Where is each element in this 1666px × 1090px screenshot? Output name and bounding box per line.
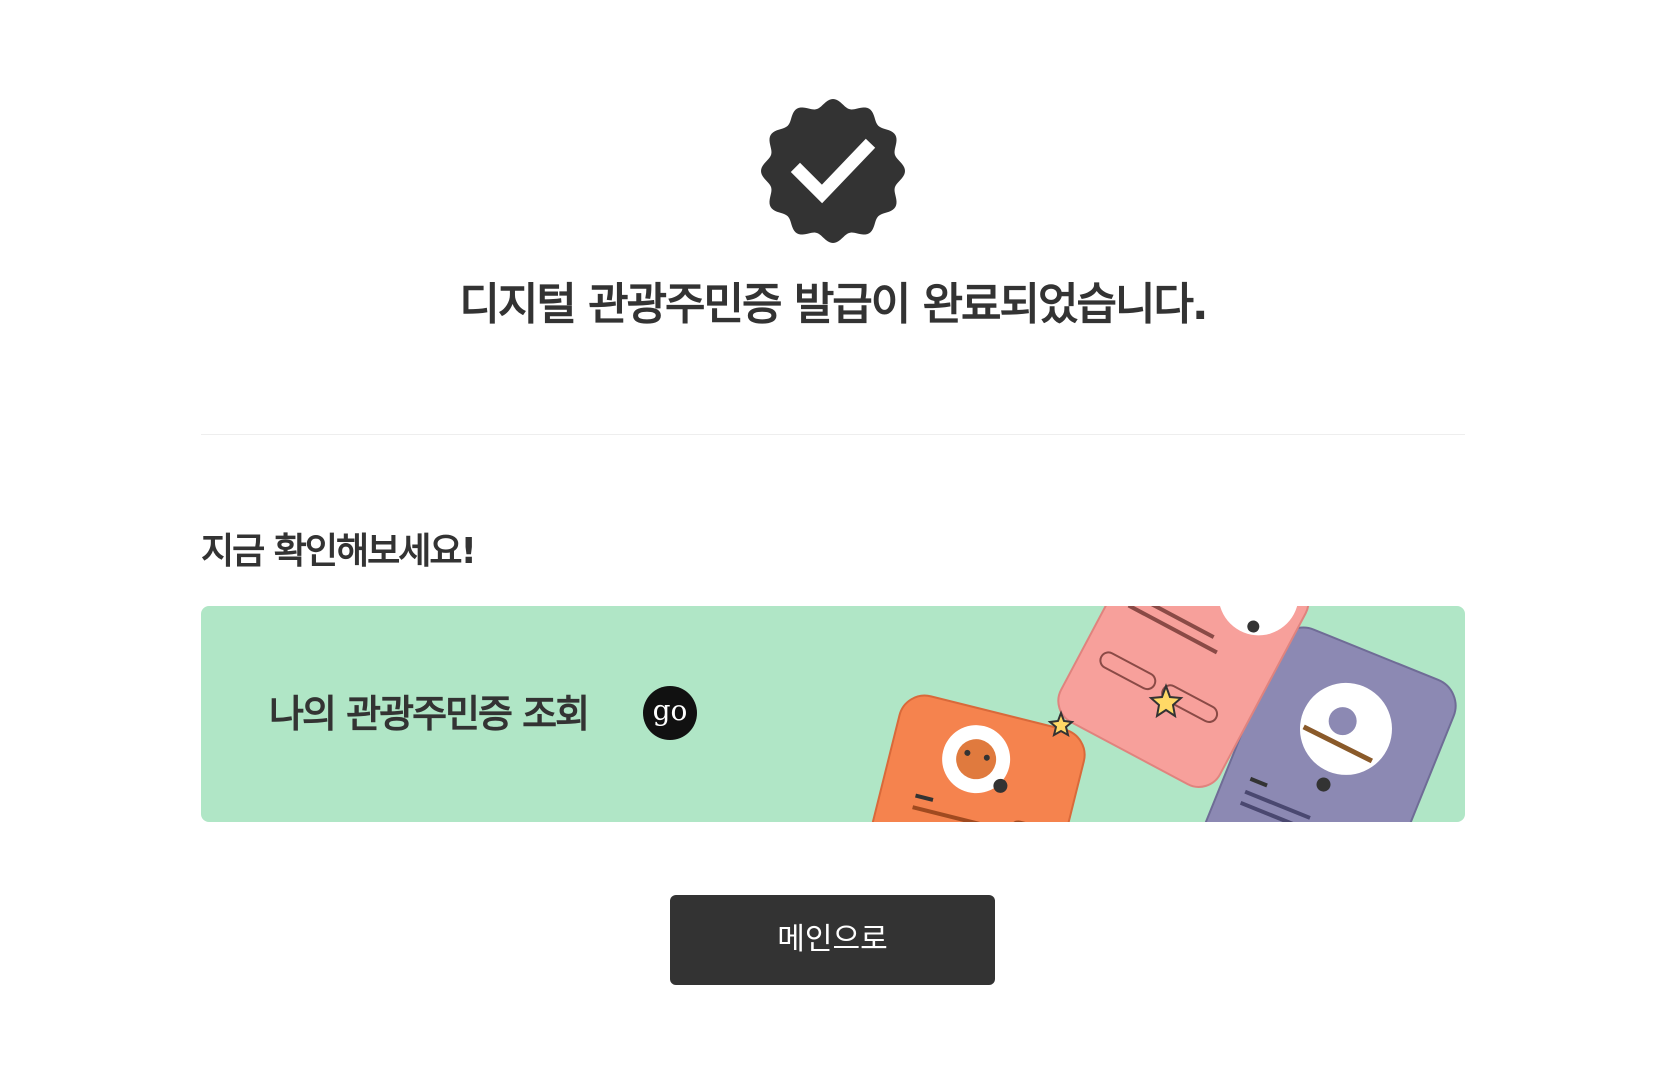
verified-check-badge-icon: [758, 96, 908, 246]
resident-cards-illustration: [869, 606, 1457, 822]
check-now-subtitle: 지금 확인해보세요!: [201, 531, 477, 572]
go-icon[interactable]: go: [643, 686, 697, 740]
issuance-complete-page: 디지털 관광주민증 발급이 완료되었습니다. 지금 확인해보세요! 나의 관광주…: [0, 0, 1666, 1090]
banner-label: 나의 관광주민증 조회: [269, 692, 590, 736]
completion-title: 디지털 관광주민증 발급이 완료되었습니다.: [459, 279, 1208, 330]
my-resident-card-lookup-banner[interactable]: 나의 관광주민증 조회 go: [201, 606, 1465, 822]
go-to-main-button[interactable]: 메인으로: [670, 895, 995, 985]
section-divider: [201, 434, 1465, 435]
